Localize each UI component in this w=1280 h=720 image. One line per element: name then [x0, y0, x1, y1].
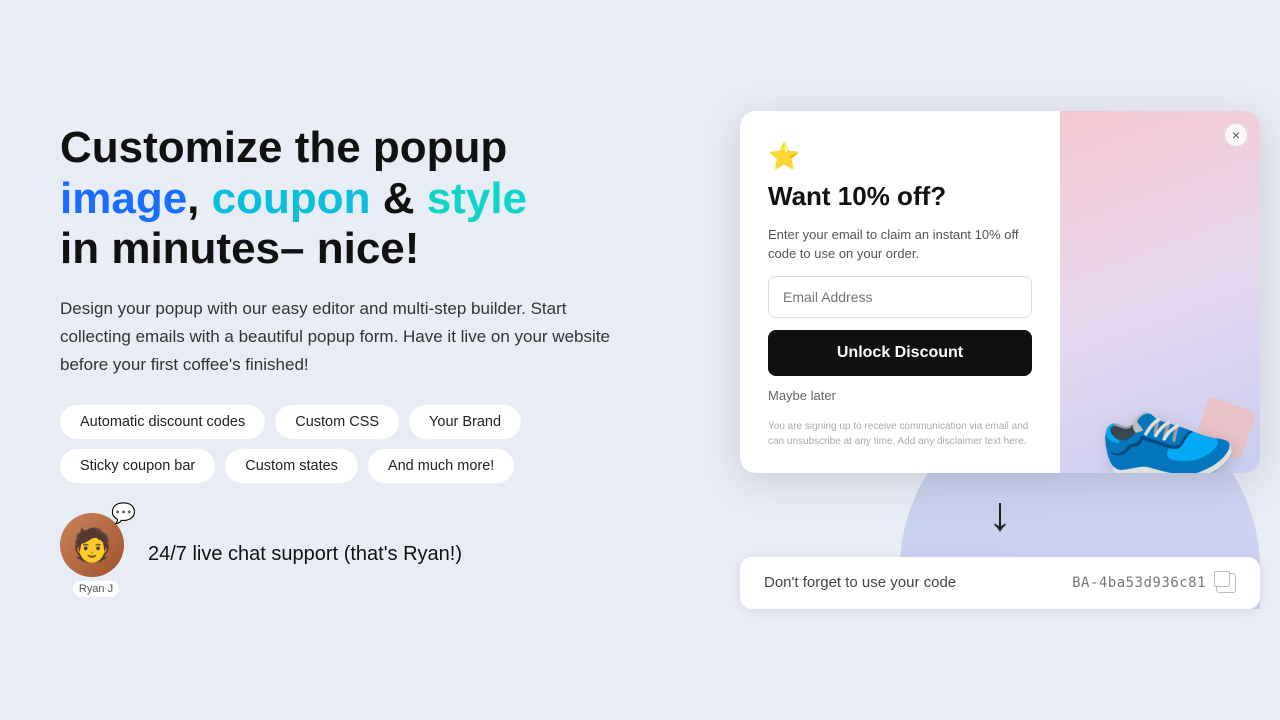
avatar-wrap: 💬 🧑 Ryan J	[60, 513, 132, 597]
tags-row: Automatic discount codes Custom CSS Your…	[60, 405, 680, 483]
chat-bubble-icon: 💬	[111, 501, 136, 526]
coupon-code: BA-4ba53d936c81	[1072, 575, 1206, 591]
right-panel: ⭐ Want 10% off? Enter your email to clai…	[740, 111, 1260, 608]
popup-image-panel: 👟	[1060, 111, 1260, 472]
headline-comma1: ,	[187, 174, 211, 223]
shoe-image: 👟	[1082, 356, 1243, 472]
support-row: 💬 🧑 Ryan J 24/7 live chat support (that'…	[60, 513, 680, 597]
popup-description: Enter your email to claim an instant 10%…	[768, 225, 1032, 264]
coupon-label: Don't forget to use your code	[764, 574, 956, 591]
popup-left: ⭐ Want 10% off? Enter your email to clai…	[740, 111, 1060, 472]
copy-icon[interactable]	[1216, 573, 1236, 593]
support-text-parens: (that's Ryan!)	[344, 543, 462, 565]
popup-modal: ⭐ Want 10% off? Enter your email to clai…	[740, 111, 1260, 472]
left-panel: Customize the popup image, coupon & styl…	[60, 123, 680, 597]
tag-brand: Your Brand	[409, 405, 521, 439]
maybe-later-link[interactable]: Maybe later	[768, 388, 1032, 403]
email-input[interactable]	[768, 276, 1032, 318]
unlock-discount-button[interactable]: Unlock Discount	[768, 330, 1032, 376]
page-layout: Customize the popup image, coupon & styl…	[0, 0, 1280, 720]
subtext: Design your popup with our easy editor a…	[60, 295, 640, 379]
headline-image: image	[60, 174, 187, 223]
popup-title: Want 10% off?	[768, 181, 1032, 212]
coupon-right: BA-4ba53d936c81	[1072, 573, 1236, 593]
headline-style: style	[427, 174, 527, 223]
tag-discount: Automatic discount codes	[60, 405, 265, 439]
headline-amp: &	[370, 174, 426, 223]
arrow-down-icon: ↓	[988, 491, 1012, 539]
tag-states: Custom states	[225, 449, 358, 483]
coupon-bar: Don't forget to use your code BA-4ba53d9…	[740, 557, 1260, 609]
tag-sticky: Sticky coupon bar	[60, 449, 215, 483]
headline-text2: in minutes– nice!	[60, 224, 419, 273]
tag-css: Custom CSS	[275, 405, 399, 439]
headline-text1: Customize the popup	[60, 123, 507, 172]
popup-disclaimer: You are signing up to receive communicat…	[768, 419, 1032, 449]
tag-more: And much more!	[368, 449, 514, 483]
popup-star-icon: ⭐	[768, 143, 1032, 169]
support-text-main: 24/7 live chat support	[148, 543, 344, 565]
main-headline: Customize the popup image, coupon & styl…	[60, 123, 680, 275]
headline-coupon: coupon	[212, 174, 371, 223]
avatar-name: Ryan J	[73, 581, 119, 597]
support-text: 24/7 live chat support (that's Ryan!)	[148, 543, 462, 566]
